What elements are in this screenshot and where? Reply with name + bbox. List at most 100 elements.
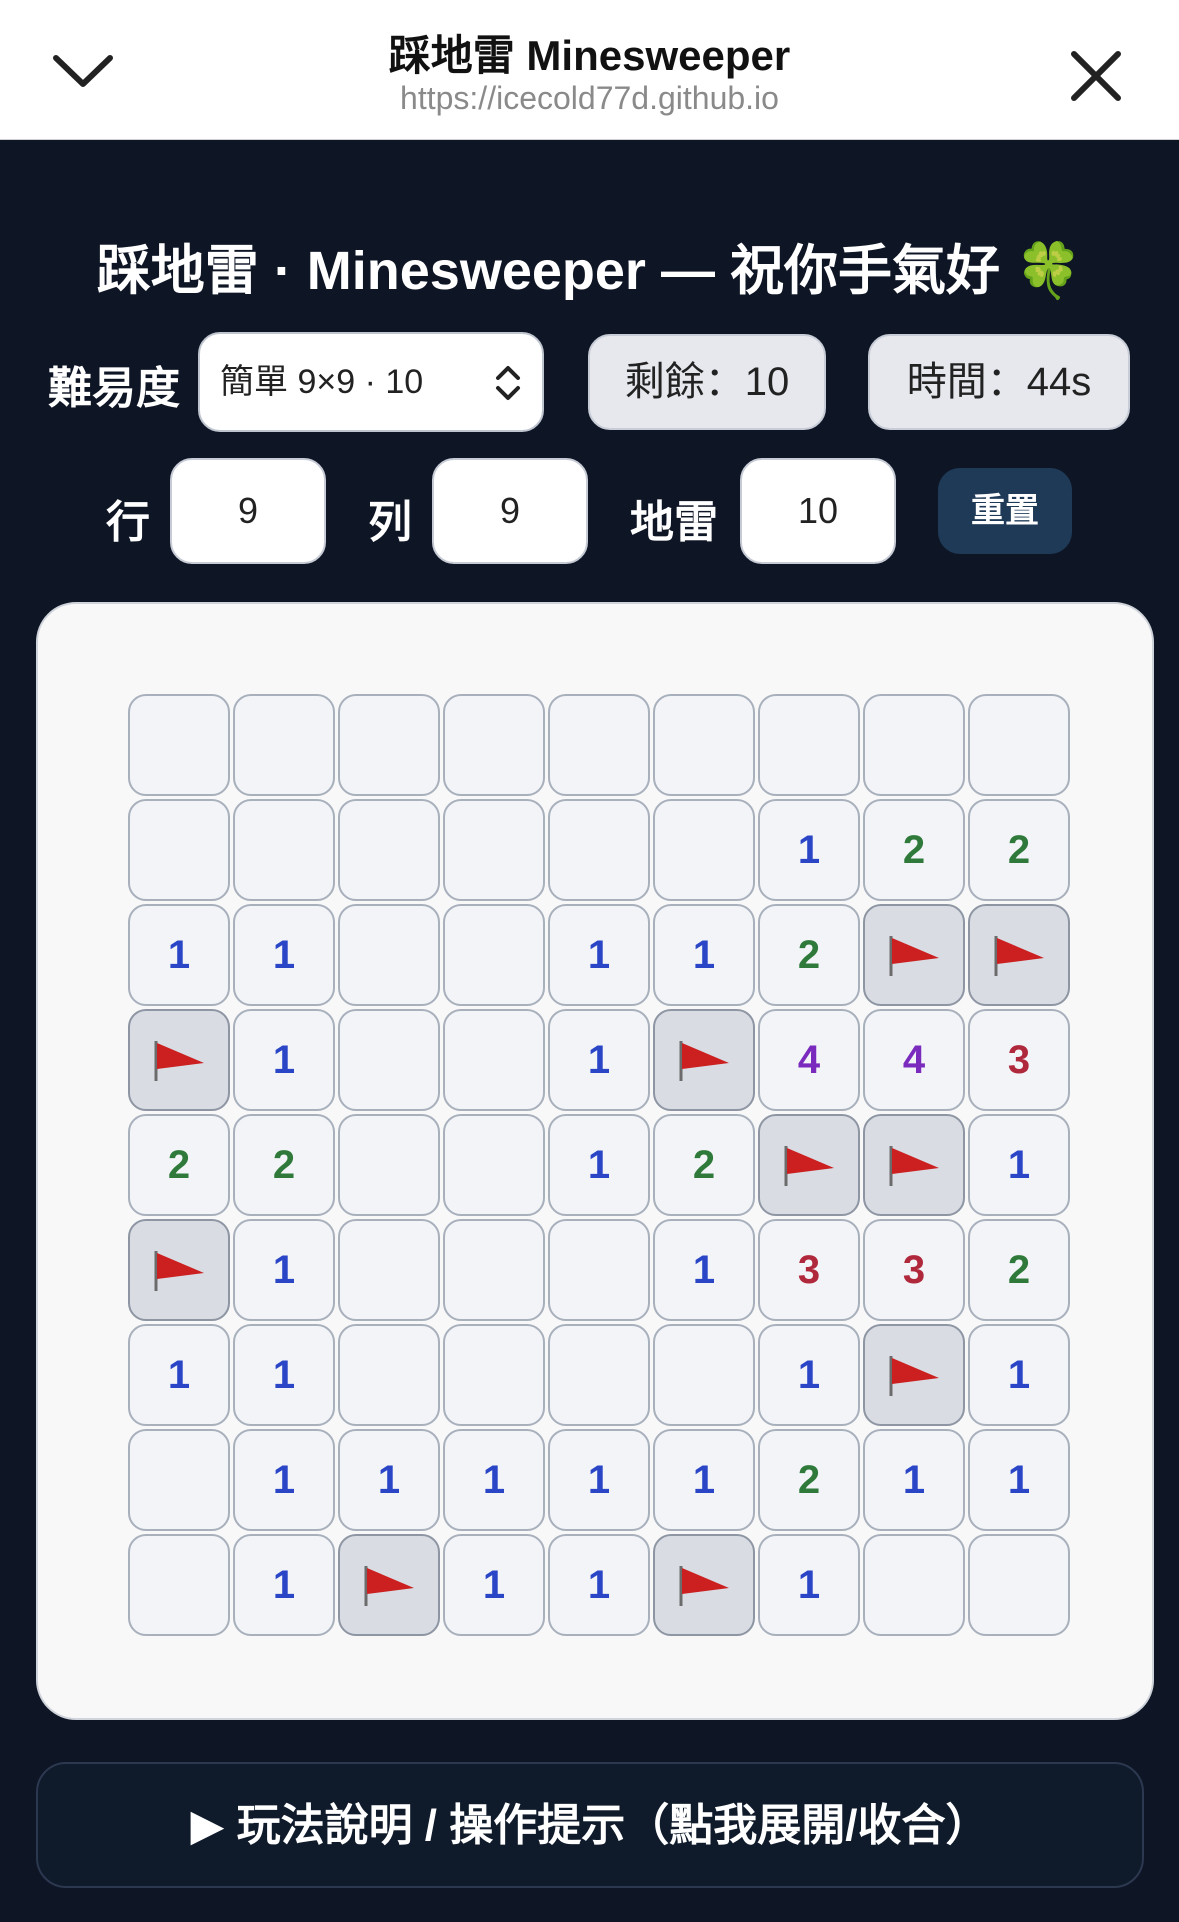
difficulty-value: 簡單 9×9 · 10 [220, 363, 424, 401]
board-cell[interactable] [128, 799, 230, 901]
board-cell[interactable]: 1 [233, 1429, 335, 1531]
board-cell[interactable] [443, 1324, 545, 1426]
board-cell[interactable]: 1 [968, 1114, 1070, 1216]
cell-number: 1 [587, 1142, 611, 1187]
board-cell[interactable] [653, 1009, 755, 1111]
board-cell[interactable]: 1 [758, 799, 860, 901]
rows-input[interactable]: 9 [170, 458, 326, 564]
board-cell[interactable] [338, 694, 440, 796]
board-cell[interactable]: 2 [863, 799, 965, 901]
board-cell[interactable] [338, 1009, 440, 1111]
board-cell[interactable] [338, 1219, 440, 1321]
board-cell[interactable] [233, 694, 335, 796]
board-cell[interactable] [653, 799, 755, 901]
board-cell[interactable] [548, 1324, 650, 1426]
board-cell[interactable] [338, 799, 440, 901]
board-cell[interactable] [443, 694, 545, 796]
browser-url[interactable]: https://icecold77d.github.io [0, 80, 1179, 117]
board-cell[interactable] [443, 799, 545, 901]
board-cell[interactable] [128, 1009, 230, 1111]
board-cell[interactable] [128, 1429, 230, 1531]
cell-number: 1 [797, 1562, 821, 1607]
board-cell[interactable]: 1 [233, 1534, 335, 1636]
board-cell[interactable] [128, 1219, 230, 1321]
board-cell[interactable] [863, 1114, 965, 1216]
help-toggle-button[interactable]: ▶ 玩法說明 / 操作提示（點我展開/收合） [36, 1762, 1144, 1888]
board-cell[interactable]: 1 [233, 904, 335, 1006]
board-cell[interactable] [548, 694, 650, 796]
board-cell[interactable]: 1 [548, 1009, 650, 1111]
board-cell[interactable]: 1 [758, 1324, 860, 1426]
board-cell[interactable]: 4 [758, 1009, 860, 1111]
board-cell[interactable]: 1 [128, 904, 230, 1006]
board-cell[interactable] [548, 1219, 650, 1321]
board-cell[interactable]: 2 [968, 1219, 1070, 1321]
board-cell[interactable]: 1 [758, 1534, 860, 1636]
board-cell[interactable] [338, 904, 440, 1006]
board-cell[interactable]: 1 [233, 1219, 335, 1321]
board-cell[interactable]: 3 [863, 1219, 965, 1321]
board-cell[interactable]: 1 [968, 1324, 1070, 1426]
board-cell[interactable] [653, 1534, 755, 1636]
board-cell[interactable]: 1 [863, 1429, 965, 1531]
board-cell[interactable] [443, 1114, 545, 1216]
board-cell[interactable] [443, 1009, 545, 1111]
board-cell[interactable]: 2 [968, 799, 1070, 901]
board-cell[interactable]: 2 [653, 1114, 755, 1216]
board-cell[interactable]: 1 [653, 904, 755, 1006]
board-cell[interactable] [863, 1324, 965, 1426]
board-cell[interactable]: 1 [338, 1429, 440, 1531]
board-cell[interactable] [653, 1324, 755, 1426]
cell-number: 1 [692, 932, 716, 977]
board-cell[interactable] [653, 694, 755, 796]
board-cell[interactable]: 1 [653, 1429, 755, 1531]
board-cell[interactable] [443, 1219, 545, 1321]
board-cell[interactable]: 1 [548, 904, 650, 1006]
board-cell[interactable]: 2 [758, 1429, 860, 1531]
board-cell[interactable] [968, 1534, 1070, 1636]
flag-icon [364, 1566, 414, 1606]
board-cell[interactable]: 1 [653, 1219, 755, 1321]
cell-number: 3 [902, 1247, 926, 1292]
board-cell[interactable]: 4 [863, 1009, 965, 1111]
board-cell[interactable] [443, 904, 545, 1006]
board-cell[interactable] [968, 694, 1070, 796]
board-cell[interactable] [548, 799, 650, 901]
reset-button[interactable]: 重置 [938, 468, 1072, 554]
board-cell[interactable] [758, 694, 860, 796]
board-cell[interactable] [758, 1114, 860, 1216]
board-cell[interactable] [338, 1114, 440, 1216]
close-icon[interactable] [1068, 48, 1124, 104]
board-cell[interactable] [863, 694, 965, 796]
board-cell[interactable] [968, 904, 1070, 1006]
board-cell[interactable]: 2 [233, 1114, 335, 1216]
board-cell[interactable] [233, 799, 335, 901]
cols-input[interactable]: 9 [432, 458, 588, 564]
board-cell[interactable]: 1 [548, 1429, 650, 1531]
cell-number: 3 [1007, 1037, 1031, 1082]
board-cell[interactable] [863, 904, 965, 1006]
mines-label: 地雷 [630, 498, 718, 547]
difficulty-select[interactable]: 簡單 9×9 · 10 [198, 332, 544, 432]
board-cell[interactable]: 2 [758, 904, 860, 1006]
board-cell[interactable]: 1 [548, 1534, 650, 1636]
board-cell[interactable] [128, 694, 230, 796]
board-cell[interactable]: 1 [443, 1534, 545, 1636]
board-cell[interactable] [863, 1534, 965, 1636]
cell-number: 1 [587, 1037, 611, 1082]
board-cell[interactable] [338, 1534, 440, 1636]
mines-input[interactable]: 10 [740, 458, 896, 564]
board-cell[interactable]: 1 [443, 1429, 545, 1531]
board-cell[interactable] [128, 1534, 230, 1636]
cell-number: 1 [272, 1457, 296, 1502]
board-cell[interactable]: 1 [128, 1324, 230, 1426]
board-cell[interactable]: 1 [548, 1114, 650, 1216]
board-cell[interactable]: 1 [233, 1324, 335, 1426]
page-title: 踩地雷 · Minesweeper — 祝你手氣好 🍀 [96, 241, 1083, 301]
board-cell[interactable]: 3 [968, 1009, 1070, 1111]
board-cell[interactable]: 3 [758, 1219, 860, 1321]
board-cell[interactable]: 1 [968, 1429, 1070, 1531]
board-cell[interactable] [338, 1324, 440, 1426]
board-cell[interactable]: 1 [233, 1009, 335, 1111]
board-cell[interactable]: 2 [128, 1114, 230, 1216]
